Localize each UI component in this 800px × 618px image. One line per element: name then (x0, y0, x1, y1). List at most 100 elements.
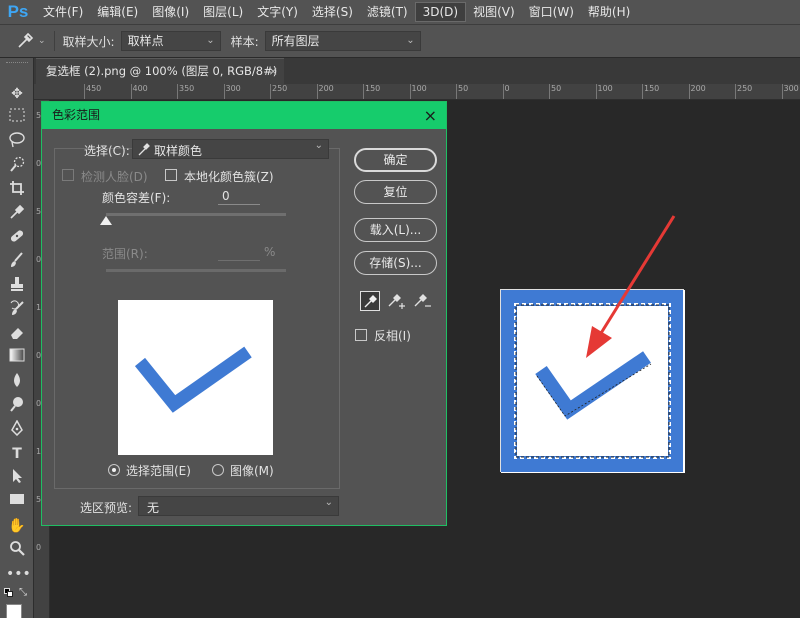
radio-image[interactable] (212, 464, 224, 476)
fuzziness-value[interactable]: 0 (222, 189, 230, 203)
detect-faces-checkbox[interactable] (62, 169, 74, 181)
fuzziness-input-underline (218, 204, 260, 205)
close-icon[interactable]: × (424, 102, 437, 129)
healing-brush-tool-icon[interactable] (6, 228, 28, 248)
sample-select[interactable]: 所有图层 ⌄ (264, 31, 421, 51)
eraser-tool-icon[interactable] (6, 324, 28, 344)
ruler-tick (595, 84, 597, 99)
eyedropper-plus-button[interactable] (386, 291, 406, 311)
eyedropper-button[interactable] (360, 291, 380, 311)
eyedropper-tool-icon[interactable] (6, 204, 28, 224)
selection-preview-value: 无 (147, 501, 160, 515)
ok-button[interactable]: 确定 (354, 148, 437, 172)
radio-image-label: 图像(M) (230, 464, 274, 478)
chevron-down-icon: ⌄ (314, 140, 323, 151)
ruler-tick (130, 84, 132, 99)
menu-view[interactable]: 视图(V) (466, 0, 522, 24)
panel-grip (6, 62, 28, 64)
ruler-tick (223, 84, 225, 99)
gradient-tool-icon[interactable] (6, 348, 28, 368)
radio-dot (112, 468, 116, 472)
document-tab[interactable]: 复选框 (2).png @ 100% (图层 0, RGB/8#) * × (36, 58, 284, 102)
eyedropper-icon (138, 142, 150, 159)
radio-selection-label: 选择范围(E) (126, 464, 191, 478)
ruler-tick (316, 84, 318, 99)
eyedropper-icon (364, 295, 377, 308)
lasso-tool-icon[interactable] (6, 132, 28, 152)
selection-preview-dropdown[interactable]: 无 ⌄ (138, 496, 339, 516)
more-tools-icon[interactable]: ••• (6, 564, 31, 584)
ruler-tick-label: 100 (597, 84, 613, 93)
eyedropper-minus-button[interactable] (412, 291, 432, 311)
save-button[interactable]: 存储(S)... (354, 251, 437, 275)
menu-type[interactable]: 文字(Y) (250, 0, 305, 24)
menu-image[interactable]: 图像(I) (145, 0, 196, 24)
ruler-tick-label: 450 (86, 84, 102, 93)
chevron-down-icon: ⌄ (206, 35, 215, 46)
chevron-down-icon: ⌄ (406, 35, 415, 46)
select-dropdown[interactable]: 取样颜色 ⌄ (132, 139, 329, 159)
ruler-tick-label: 250 (737, 84, 753, 93)
menu-help[interactable]: 帮助(H) (581, 0, 637, 24)
menu-bar: Ps 文件(F) 编辑(E) 图像(I) 图层(L) 文字(Y) 选择(S) 滤… (0, 0, 800, 24)
localized-clusters-checkbox[interactable] (165, 169, 177, 181)
foreground-color-swatch[interactable] (6, 604, 22, 618)
swap-colors-icon[interactable]: ⤡ (19, 587, 27, 598)
hand-tool-icon[interactable]: ✋ (6, 516, 28, 536)
crop-tool-icon[interactable] (6, 180, 28, 200)
invert-checkbox[interactable] (355, 329, 367, 341)
menu-select[interactable]: 选择(S) (305, 0, 360, 24)
color-range-dialog: 色彩范围 × 选择(C): 取样颜色 ⌄ 检测人脸(D) 本地化颜色簇(Z) 颜… (41, 101, 447, 526)
ruler-tick (363, 84, 364, 99)
ruler-tick-label: 50 (551, 84, 562, 93)
options-bar: ⌄ 取样大小: 取样点 ⌄ 样本: 所有图层 ⌄ (0, 24, 800, 58)
zoom-tool-icon[interactable] (6, 540, 28, 560)
document-tab-bar: 复选框 (2).png @ 100% (图层 0, RGB/8#) * × (34, 58, 800, 102)
range-slider-track (106, 269, 286, 272)
dialog-title: 色彩范围 (52, 108, 101, 122)
menu-file[interactable]: 文件(F) (36, 0, 90, 24)
ruler-tick-label: 50 (458, 84, 469, 93)
dodge-tool-icon[interactable] (6, 396, 28, 416)
close-icon[interactable]: × (268, 59, 278, 83)
menu-filter[interactable]: 滤镜(T) (360, 0, 415, 24)
menu-edit[interactable]: 编辑(E) (90, 0, 145, 24)
rectangle-tool-icon[interactable] (6, 492, 28, 512)
ruler-tick (84, 84, 85, 99)
default-colors-icon[interactable] (4, 588, 14, 598)
ruler-tick-label: 0 (504, 84, 510, 93)
range-input-underline (218, 260, 260, 261)
ruler-tick-label: 100 (411, 84, 427, 93)
chevron-down-icon: ⌄ (324, 497, 333, 508)
radio-selection[interactable] (108, 464, 120, 476)
ruler-tick (549, 84, 550, 99)
move-tool-icon[interactable]: ✥ (6, 84, 28, 104)
sample-size-label: 取样大小: (62, 34, 115, 49)
sample-size-value: 取样点 (127, 34, 164, 48)
marquee-tool-icon[interactable] (6, 108, 28, 128)
pen-tool-icon[interactable] (6, 419, 28, 440)
load-button[interactable]: 载入(L)... (354, 218, 437, 242)
type-tool-icon[interactable]: T (6, 444, 28, 464)
brush-tool-icon[interactable] (6, 252, 28, 272)
menu-layer[interactable]: 图层(L) (196, 0, 250, 24)
path-selection-tool-icon[interactable] (6, 468, 28, 488)
reset-button[interactable]: 复位 (354, 180, 437, 204)
history-brush-tool-icon[interactable] (6, 300, 28, 320)
localized-clusters-label: 本地化颜色簇(Z) (184, 170, 274, 184)
eyedropper-icon[interactable] (14, 30, 36, 52)
fuzziness-slider-handle[interactable] (100, 216, 112, 225)
blur-tool-icon[interactable] (6, 372, 28, 392)
clone-stamp-tool-icon[interactable] (6, 276, 28, 296)
ruler-tick-label: 0 (36, 543, 42, 552)
menu-window[interactable]: 窗口(W) (522, 0, 581, 24)
range-unit: % (264, 245, 276, 259)
chevron-down-icon[interactable]: ⌄ (38, 36, 46, 46)
ruler-tick-label: 200 (690, 84, 706, 93)
menu-3d[interactable]: 3D(D) (414, 2, 467, 22)
quick-selection-tool-icon[interactable] (6, 156, 28, 176)
sample-size-select[interactable]: 取样点 ⌄ (120, 31, 221, 51)
range-label: 范围(R): (102, 247, 148, 261)
ruler-tick-label: 300 (783, 84, 799, 93)
fuzziness-slider-track[interactable] (106, 213, 286, 216)
